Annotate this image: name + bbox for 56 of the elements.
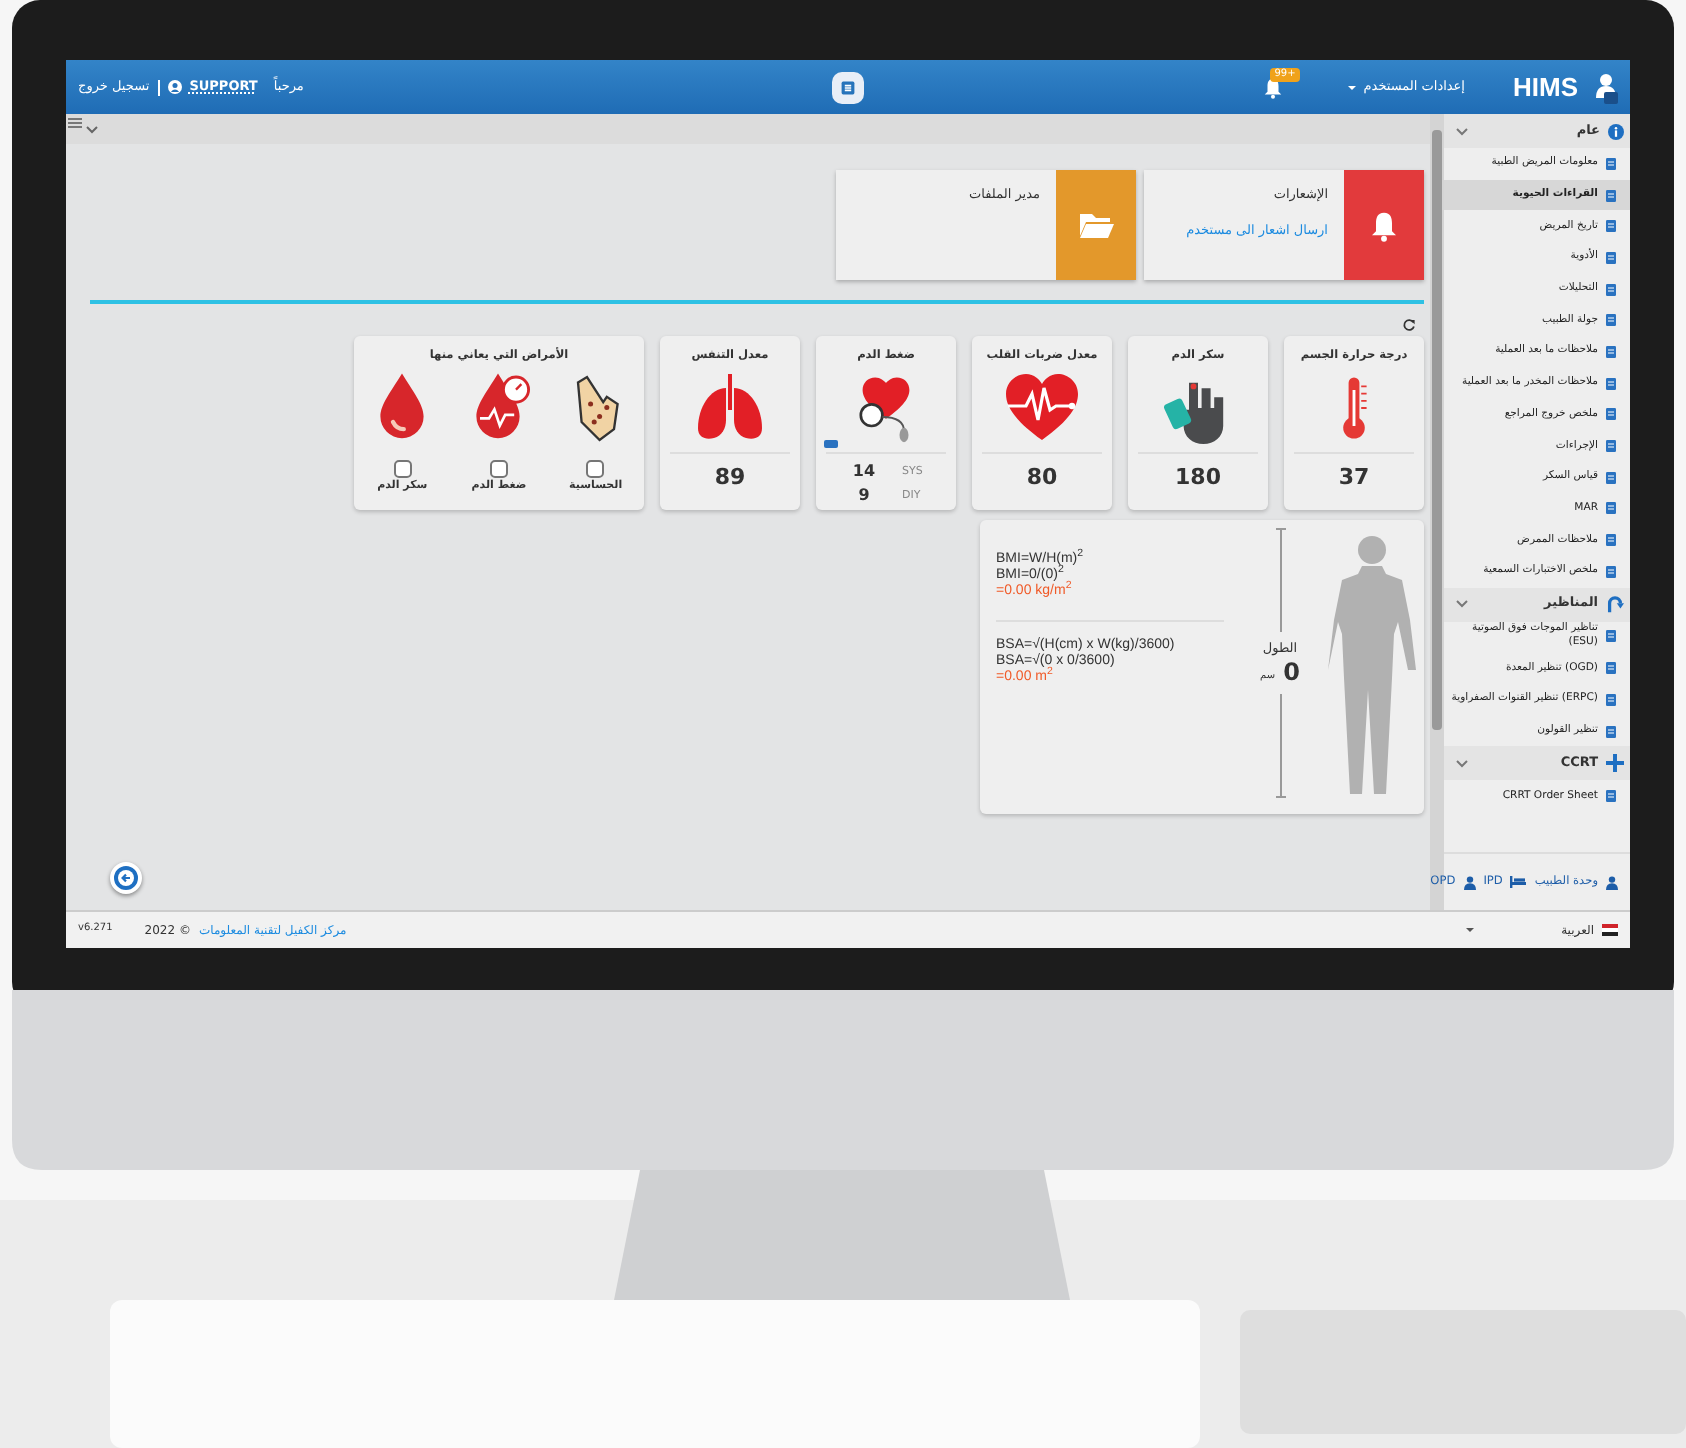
- hook-arrow-icon: [1606, 595, 1624, 614]
- arrow-left-icon: [118, 870, 134, 886]
- logo-text: HIMS: [1513, 69, 1578, 106]
- document-icon: [1606, 283, 1616, 296]
- reading-value: 9: [856, 484, 872, 508]
- document-icon: [1606, 220, 1616, 233]
- menu-icon: [840, 79, 856, 95]
- document-icon: [1606, 693, 1616, 706]
- document-icon: [1606, 408, 1616, 421]
- info-icon: [1608, 123, 1624, 139]
- flag-icon: [1602, 924, 1618, 936]
- refresh-icon: [1402, 318, 1416, 332]
- vital-value: 89: [670, 452, 790, 495]
- document-icon: [1606, 314, 1616, 327]
- person-icon: [1463, 875, 1476, 889]
- document-icon: [1606, 345, 1616, 358]
- document-icon: [1606, 440, 1616, 453]
- document-icon: [1606, 377, 1616, 390]
- heart-pulse-icon: [1002, 370, 1082, 446]
- checkbox[interactable]: [586, 460, 605, 478]
- caret-icon: [1466, 928, 1474, 932]
- checkbox[interactable]: [489, 460, 508, 478]
- person-icon: [1606, 875, 1618, 889]
- logo-person-icon: [1594, 71, 1618, 103]
- document-icon: [1606, 565, 1616, 578]
- document-icon: [1606, 534, 1616, 547]
- chevron-down-icon: [1456, 759, 1468, 768]
- vital-value: 37: [1294, 452, 1414, 495]
- document-icon: [1606, 790, 1616, 803]
- chevron-down-icon: [1456, 127, 1468, 135]
- vital-value: 80: [982, 452, 1102, 495]
- bell-icon: [1368, 207, 1400, 243]
- document-icon: [1606, 251, 1616, 264]
- ruler-line: [1275, 693, 1285, 798]
- document-icon: [1606, 725, 1616, 738]
- back-button[interactable]: [110, 862, 142, 894]
- folder-icon: [1078, 210, 1114, 240]
- plus-icon: [1606, 754, 1624, 773]
- document-icon: [1606, 471, 1616, 484]
- checkbox[interactable]: [393, 460, 412, 478]
- handle-icon: [68, 118, 82, 128]
- bed-icon: [1510, 876, 1527, 888]
- ruler-line: [1275, 528, 1285, 632]
- user-icon: [167, 80, 182, 94]
- document-icon: [1606, 630, 1616, 643]
- document-icon: [1606, 157, 1616, 170]
- caret-icon: [1347, 85, 1356, 89]
- document-icon: [1606, 189, 1616, 202]
- menu-button[interactable]: [832, 71, 864, 103]
- vital-value: 180: [1138, 452, 1258, 495]
- chevron-down-icon: [1456, 600, 1468, 609]
- document-icon: [1606, 502, 1616, 515]
- height-value: 0: [1283, 659, 1300, 686]
- document-icon: [1606, 662, 1616, 675]
- chevron-down-icon: [86, 125, 98, 133]
- reading-value: 14: [850, 460, 878, 484]
